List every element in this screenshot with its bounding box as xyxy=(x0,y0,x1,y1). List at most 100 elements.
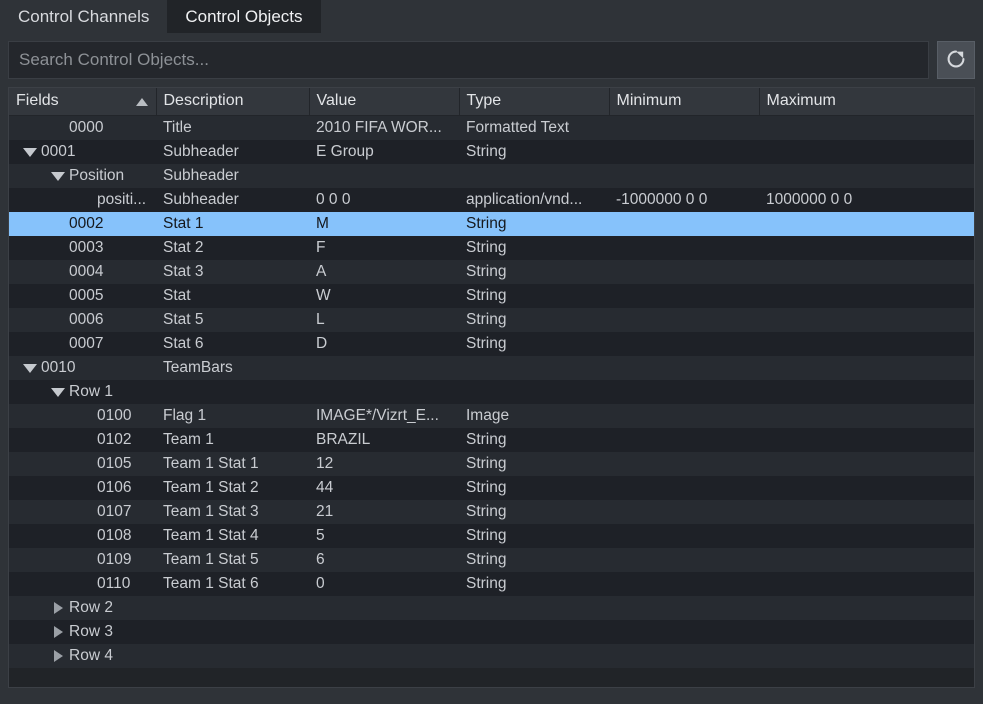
cell-fields: 0110 xyxy=(9,572,156,596)
table-row[interactable]: 0110Team 1 Stat 60String xyxy=(9,572,974,596)
expand-triangle-down-icon[interactable] xyxy=(47,164,69,188)
cell-description xyxy=(156,596,309,620)
cell-maximum xyxy=(759,596,974,620)
cell-type: String xyxy=(459,452,609,476)
cell-fields: 0100 xyxy=(9,404,156,428)
table-row[interactable]: 0010TeamBars xyxy=(9,356,974,380)
table-row[interactable]: Row 3 xyxy=(9,620,974,644)
column-header-maximum[interactable]: Maximum xyxy=(759,88,974,116)
expand-triangle-right-icon[interactable] xyxy=(47,596,69,620)
cell-minimum xyxy=(609,428,759,452)
cell-maximum xyxy=(759,212,974,236)
table-row[interactable]: 0007Stat 6DString xyxy=(9,332,974,356)
table-row[interactable]: 0102Team 1BRAZILString xyxy=(9,428,974,452)
cell-maximum xyxy=(759,476,974,500)
table-row[interactable]: 0002Stat 1MString xyxy=(9,212,974,236)
cell-fields: 0010 xyxy=(9,356,156,380)
expand-triangle-down-icon[interactable] xyxy=(47,380,69,404)
cell-fields: 0002 xyxy=(9,212,156,236)
field-label: 0110 xyxy=(97,572,130,596)
cell-value: IMAGE*/Vizrt_E... xyxy=(309,404,459,428)
cell-maximum xyxy=(759,332,974,356)
cell-fields: 0007 xyxy=(9,332,156,356)
cell-value: L xyxy=(309,308,459,332)
expand-triangle-right-icon[interactable] xyxy=(47,644,69,668)
cell-description: Team 1 Stat 3 xyxy=(156,500,309,524)
table-row[interactable]: 0100Flag 1IMAGE*/Vizrt_E...Image xyxy=(9,404,974,428)
cell-fields: 0102 xyxy=(9,428,156,452)
table-row[interactable]: positi...Subheader0 0 0application/vnd..… xyxy=(9,188,974,212)
cell-maximum xyxy=(759,548,974,572)
column-header-minimum[interactable]: Minimum xyxy=(609,88,759,116)
cell-minimum xyxy=(609,500,759,524)
cell-fields: 0006 xyxy=(9,308,156,332)
search-input[interactable] xyxy=(8,41,929,79)
table-row[interactable]: 0004Stat 3AString xyxy=(9,260,974,284)
cell-type: String xyxy=(459,212,609,236)
cell-type: application/vnd... xyxy=(459,188,609,212)
column-header-value[interactable]: Value xyxy=(309,88,459,116)
column-header-description[interactable]: Description xyxy=(156,88,309,116)
cell-value: D xyxy=(309,332,459,356)
expand-triangle-down-icon[interactable] xyxy=(19,356,41,380)
column-header-type[interactable]: Type xyxy=(459,88,609,116)
table-row[interactable]: 0003Stat 2FString xyxy=(9,236,974,260)
cell-maximum xyxy=(759,572,974,596)
cell-maximum xyxy=(759,404,974,428)
twisty-spacer xyxy=(75,572,97,596)
cell-fields: 0106 xyxy=(9,476,156,500)
field-label: Row 2 xyxy=(69,596,113,620)
cell-maximum xyxy=(759,452,974,476)
cell-fields: 0003 xyxy=(9,236,156,260)
twisty-spacer xyxy=(75,500,97,524)
table-row[interactable]: PositionSubheader xyxy=(9,164,974,188)
table-row[interactable]: 0109Team 1 Stat 56String xyxy=(9,548,974,572)
expand-triangle-down-icon[interactable] xyxy=(19,140,41,164)
table-row[interactable]: Row 2 xyxy=(9,596,974,620)
tab-bar: Control Channels Control Objects xyxy=(0,0,983,33)
cell-fields: Position xyxy=(9,164,156,188)
cell-value xyxy=(309,356,459,380)
cell-value xyxy=(309,620,459,644)
twisty-spacer xyxy=(75,404,97,428)
table-row[interactable]: 0106Team 1 Stat 244String xyxy=(9,476,974,500)
cell-maximum xyxy=(759,260,974,284)
field-label: 0005 xyxy=(69,284,103,308)
field-label: 0007 xyxy=(69,332,103,356)
table-row[interactable]: 0006Stat 5LString xyxy=(9,308,974,332)
tab-control-objects[interactable]: Control Objects xyxy=(167,0,320,33)
table-row[interactable]: 0105Team 1 Stat 112String xyxy=(9,452,974,476)
table-row[interactable]: 0005StatWString xyxy=(9,284,974,308)
table-row[interactable]: 0000Title2010 FIFA WOR...Formatted Text xyxy=(9,116,974,141)
table-row[interactable]: 0107Team 1 Stat 321String xyxy=(9,500,974,524)
table-row[interactable]: Row 1 xyxy=(9,380,974,404)
column-header-fields[interactable]: Fields xyxy=(9,88,156,116)
cell-description: Team 1 Stat 2 xyxy=(156,476,309,500)
refresh-button[interactable] xyxy=(937,41,975,79)
cell-fields: 0004 xyxy=(9,260,156,284)
sort-ascending-icon xyxy=(136,98,148,106)
cell-fields: 0105 xyxy=(9,452,156,476)
cell-fields: Row 3 xyxy=(9,620,156,644)
expand-triangle-right-icon[interactable] xyxy=(47,620,69,644)
twisty-spacer xyxy=(47,116,69,140)
table-row[interactable]: Row 4 xyxy=(9,644,974,668)
cell-maximum xyxy=(759,308,974,332)
tab-control-channels[interactable]: Control Channels xyxy=(0,0,167,33)
table-row[interactable]: 0001SubheaderE GroupString xyxy=(9,140,974,164)
table-row[interactable]: 0108Team 1 Stat 45String xyxy=(9,524,974,548)
cell-description: Stat 2 xyxy=(156,236,309,260)
cell-fields: 0108 xyxy=(9,524,156,548)
cell-maximum xyxy=(759,620,974,644)
cell-maximum xyxy=(759,116,974,141)
cell-minimum xyxy=(609,404,759,428)
field-label: 0000 xyxy=(69,116,103,140)
cell-minimum xyxy=(609,284,759,308)
cell-minimum xyxy=(609,164,759,188)
cell-maximum xyxy=(759,380,974,404)
fields-grid: Fields Description Value Type Minimum Ma… xyxy=(9,88,974,668)
cell-maximum xyxy=(759,500,974,524)
cell-fields: Row 2 xyxy=(9,596,156,620)
field-label: 0109 xyxy=(97,548,131,572)
cell-value: 0 xyxy=(309,572,459,596)
